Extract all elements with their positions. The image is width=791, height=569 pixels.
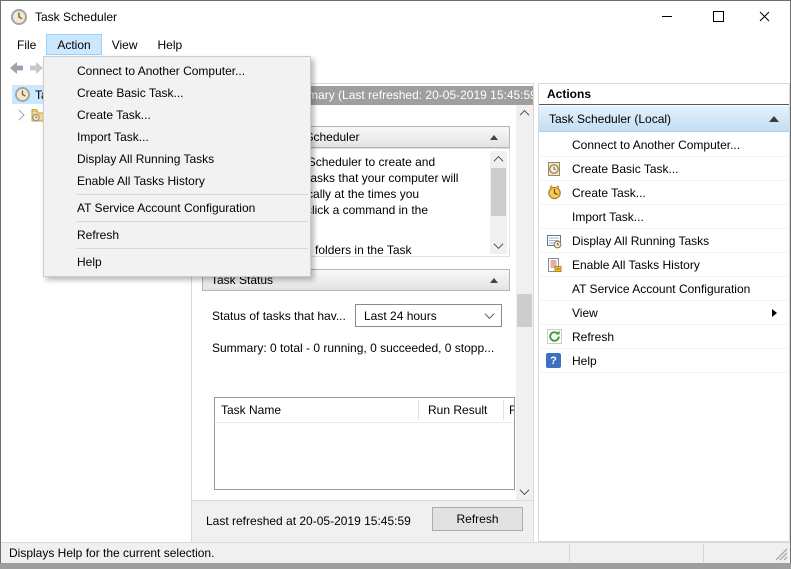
- status-bar-divider: [569, 544, 570, 562]
- menu-action[interactable]: Action: [46, 34, 102, 55]
- last-refreshed-text: Last refreshed at 20-05-2019 15:45:59: [206, 514, 411, 528]
- tasks-history-icon: [546, 257, 562, 273]
- overview-collapse-button[interactable]: [487, 130, 501, 144]
- action-refresh[interactable]: Refresh: [539, 325, 789, 349]
- minimize-button[interactable]: [644, 1, 690, 32]
- menu-separator: [77, 194, 308, 195]
- column-divider[interactable]: [503, 400, 504, 420]
- task-status-collapse-button[interactable]: [487, 273, 501, 287]
- menu-help[interactable]: Help: [148, 34, 193, 55]
- clock-icon: [15, 87, 30, 102]
- column-header-run-result[interactable]: Run Result: [428, 398, 487, 422]
- chevron-down-icon: [493, 239, 504, 250]
- summary-scrollbar[interactable]: [516, 105, 533, 500]
- menu-file[interactable]: File: [7, 34, 46, 55]
- status-bar-text: Displays Help for the current selection.: [9, 546, 215, 560]
- task-status-summary: Summary: 0 total - 0 running, 0 succeede…: [212, 341, 495, 355]
- scroll-down-button[interactable]: [490, 237, 507, 254]
- actions-panel-title: Actions: [539, 84, 789, 105]
- close-button[interactable]: [741, 1, 787, 32]
- create-task-icon: [546, 185, 562, 201]
- menu-item-create-task[interactable]: Create Task...: [44, 104, 310, 126]
- scroll-up-button[interactable]: [516, 105, 533, 122]
- status-bar-divider: [703, 544, 704, 562]
- menu-item-create-basic-task[interactable]: Create Basic Task...: [44, 82, 310, 104]
- action-create-basic-task[interactable]: Create Basic Task...: [539, 157, 789, 181]
- menu-item-connect-to-another-computer[interactable]: Connect to Another Computer...: [44, 60, 310, 82]
- close-icon: [759, 11, 769, 22]
- action-enable-all-tasks-history[interactable]: Enable All Tasks History: [539, 253, 789, 277]
- window-title: Task Scheduler: [35, 10, 118, 24]
- action-dropdown-menu: Connect to Another Computer... Create Ba…: [43, 56, 311, 277]
- title-bar[interactable]: Task Scheduler: [1, 1, 790, 33]
- back-arrow-icon: [10, 62, 23, 74]
- scrollbar-thumb[interactable]: [491, 168, 506, 216]
- refresh-icon: [546, 329, 562, 345]
- time-period-dropdown[interactable]: Last 24 hours: [355, 304, 502, 327]
- actions-group-task-scheduler-local[interactable]: Task Scheduler (Local): [539, 106, 789, 132]
- scroll-up-button[interactable]: [490, 151, 507, 168]
- action-view[interactable]: View: [539, 301, 789, 325]
- action-connect-to-another-computer[interactable]: Connect to Another Computer...: [539, 133, 789, 157]
- menu-bar: File Action View Help: [1, 33, 790, 55]
- menu-separator: [77, 221, 308, 222]
- status-bar: Displays Help for the current selection.: [1, 542, 790, 563]
- task-status-filter-label: Status of tasks that hav...: [212, 309, 346, 323]
- menu-item-enable-all-tasks-history[interactable]: Enable All Tasks History: [44, 170, 310, 192]
- help-icon: ?: [546, 353, 561, 368]
- menu-item-help[interactable]: Help: [44, 251, 310, 273]
- app-window: Task Scheduler File Action View Help Tas…: [0, 0, 791, 563]
- actions-panel: Actions Task Scheduler (Local) Connect t…: [538, 83, 790, 542]
- action-import-task[interactable]: Import Task...: [539, 205, 789, 229]
- refresh-button[interactable]: Refresh: [432, 507, 523, 531]
- maximize-button[interactable]: [695, 1, 741, 32]
- column-divider[interactable]: [418, 400, 419, 420]
- column-header-task-name[interactable]: Task Name: [221, 398, 281, 422]
- menu-item-display-all-running-tasks[interactable]: Display All Running Tasks: [44, 148, 310, 170]
- menu-item-at-service-account-configuration[interactable]: AT Service Account Configuration: [44, 197, 310, 219]
- action-create-task[interactable]: Create Task...: [539, 181, 789, 205]
- action-display-all-running-tasks[interactable]: Display All Running Tasks: [539, 229, 789, 253]
- overview-scrollbar[interactable]: [490, 151, 507, 254]
- dropdown-value: Last 24 hours: [364, 308, 437, 323]
- actions-group-label: Task Scheduler (Local): [549, 112, 672, 126]
- collapse-arrow-icon[interactable]: [769, 116, 779, 122]
- collapse-arrow-icon: [490, 277, 498, 283]
- minimize-icon: [662, 16, 672, 17]
- maximize-icon: [712, 11, 724, 22]
- action-at-service-account-configuration[interactable]: AT Service Account Configuration: [539, 277, 789, 301]
- task-status-table: Task Name Run Result R: [214, 397, 515, 490]
- menu-item-import-task[interactable]: Import Task...: [44, 126, 310, 148]
- table-header-row: Task Name Run Result R: [215, 398, 514, 423]
- scrollbar-thumb[interactable]: [517, 294, 532, 327]
- scroll-down-button[interactable]: [516, 483, 533, 500]
- app-icon: [11, 9, 27, 28]
- expander-chevron-icon[interactable]: [13, 108, 25, 121]
- menu-view[interactable]: View: [102, 34, 148, 55]
- chevron-up-icon: [493, 155, 504, 166]
- create-basic-task-icon: [546, 161, 562, 177]
- column-header-clipped[interactable]: R: [509, 398, 514, 422]
- chevron-up-icon: [519, 109, 530, 120]
- screen: Task Scheduler File Action View Help Tas…: [0, 0, 791, 569]
- collapse-arrow-icon: [490, 134, 498, 140]
- submenu-arrow-icon: [772, 308, 777, 317]
- chevron-down-icon: [484, 309, 495, 320]
- back-button[interactable]: [7, 59, 25, 80]
- action-help[interactable]: ? Help: [539, 349, 789, 373]
- resize-grip[interactable]: [775, 548, 788, 561]
- running-tasks-icon: [546, 233, 562, 249]
- menu-separator: [77, 248, 308, 249]
- chevron-down-icon: [519, 485, 530, 496]
- menu-item-refresh[interactable]: Refresh: [44, 224, 310, 246]
- summary-footer: Last refreshed at 20-05-2019 15:45:59 Re…: [192, 500, 533, 542]
